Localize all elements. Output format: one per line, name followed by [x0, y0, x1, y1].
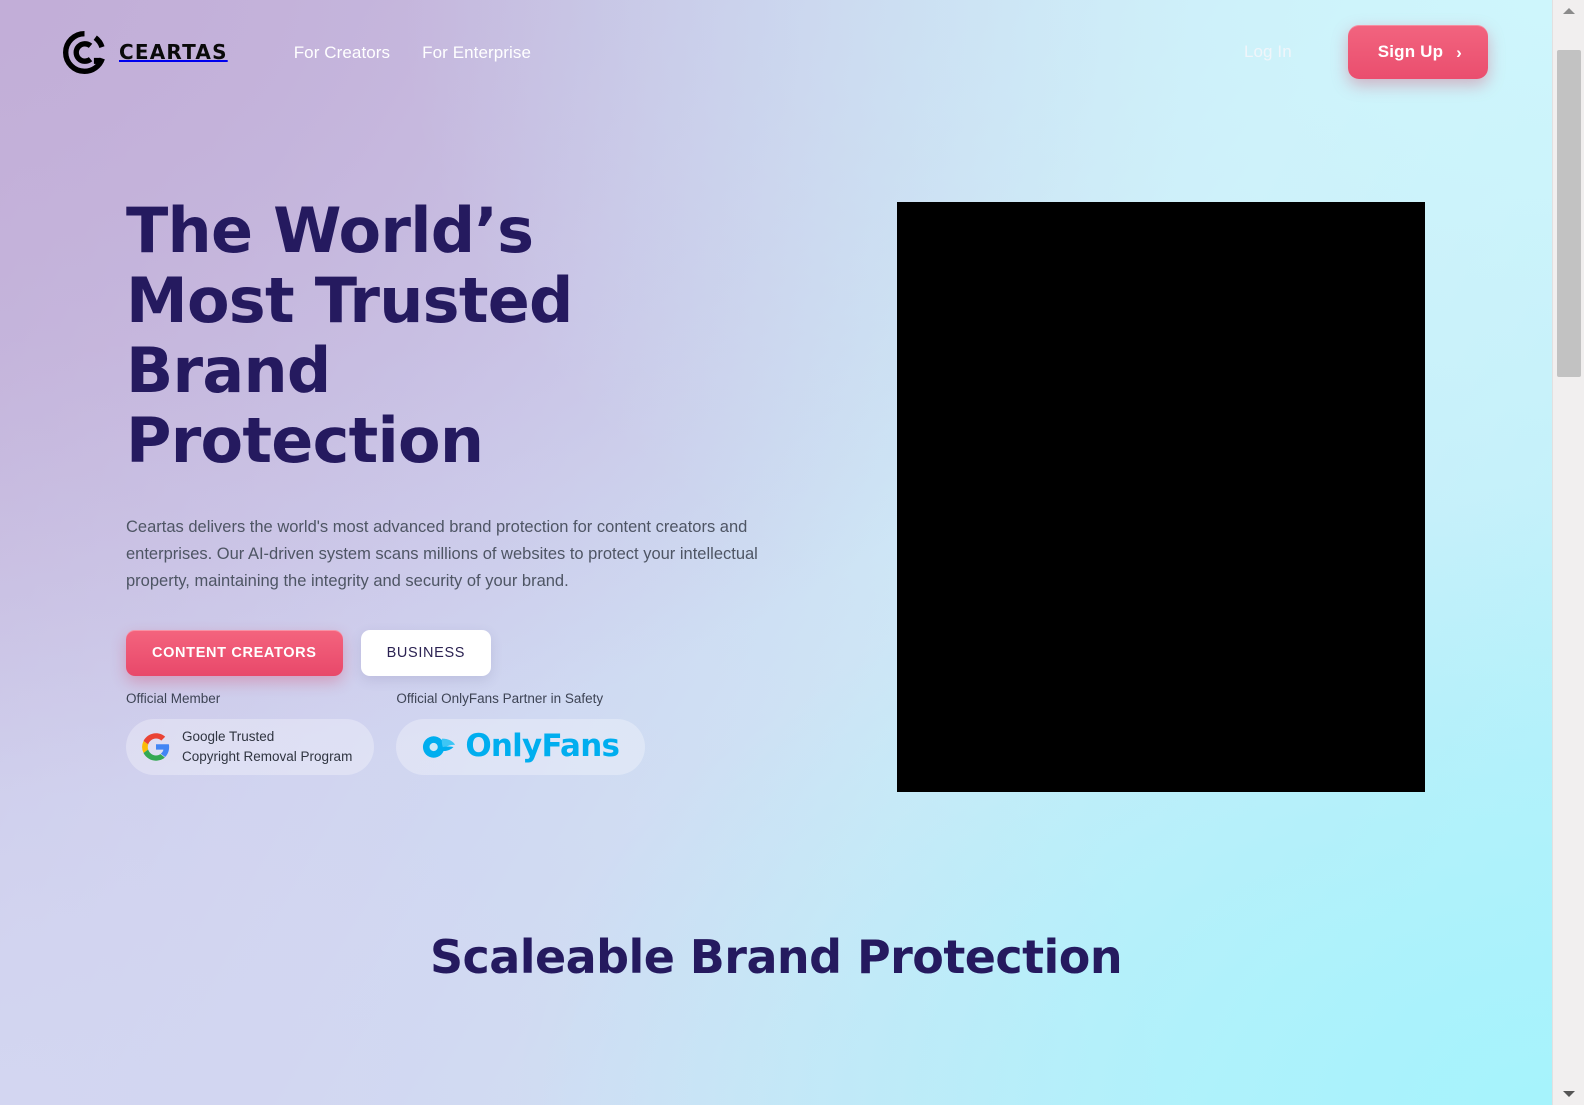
google-badge-line2: Copyright Removal Program: [182, 748, 353, 764]
business-button[interactable]: BUSINESS: [360, 630, 492, 677]
onlyfans-badge-caption: Official OnlyFans Partner in Safety: [396, 691, 604, 706]
onlyfans-logo: OnlyFans: [422, 728, 620, 764]
onlyfans-partner-badge[interactable]: OnlyFans: [396, 718, 646, 775]
browser-viewport: CEARTAS For Creators For Enterprise Log …: [0, 0, 1584, 1105]
onlyfans-trust-block: Official OnlyFans Partner in Safety Only…: [396, 691, 646, 775]
hero-cta-group: CONTENT CREATORS BUSINESS: [126, 630, 826, 677]
scaleable-section-title: Scaleable Brand Protection: [429, 930, 1123, 984]
google-badge-line1: Google Trusted: [182, 729, 275, 745]
site-header: CEARTAS For Creators For Enterprise Log …: [0, 0, 1552, 104]
vertical-scrollbar[interactable]: [1552, 0, 1584, 1105]
page-canvas: CEARTAS For Creators For Enterprise Log …: [0, 0, 1552, 1105]
brand-logo-link[interactable]: CEARTAS: [63, 30, 228, 74]
header-actions: Log In Sign Up ›: [1244, 25, 1488, 79]
google-trusted-badge[interactable]: Google Trusted Copyright Removal Program: [126, 718, 375, 775]
google-g-icon: [142, 732, 170, 761]
onlyfans-logo-icon: [422, 734, 456, 760]
chevron-right-icon: ›: [1456, 42, 1462, 62]
scrollbar-thumb[interactable]: [1557, 50, 1581, 377]
main-navigation: For Creators For Enterprise: [294, 44, 531, 61]
hero-subtitle: Ceartas delivers the world's most advanc…: [126, 518, 758, 590]
hero-section: The World’s Most Trusted Brand Protectio…: [0, 0, 1552, 880]
hero-copy: The World’s Most Trusted Brand Protectio…: [126, 194, 826, 677]
brand-name: CEARTAS: [119, 40, 228, 64]
ceartas-logo-icon: [63, 30, 106, 74]
content-creators-button[interactable]: CONTENT CREATORS: [126, 630, 343, 677]
trust-badges: Official Member Google Trusted Copyright…: [126, 691, 646, 775]
page-title: The World’s Most Trusted Brand Protectio…: [126, 194, 573, 478]
google-badge-text: Google Trusted Copyright Removal Program: [182, 727, 352, 765]
hero-video-player[interactable]: [897, 202, 1425, 792]
scaleable-section: Scaleable Brand Protection: [0, 930, 1552, 985]
nav-item-for-enterprise[interactable]: For Enterprise: [422, 44, 531, 61]
scroll-down-arrow-icon[interactable]: [1553, 1083, 1584, 1105]
onlyfans-wordmark: OnlyFans: [465, 728, 620, 764]
signup-button-label: Sign Up: [1377, 42, 1444, 61]
scroll-up-arrow-icon[interactable]: [1553, 0, 1584, 22]
signup-button[interactable]: Sign Up ›: [1347, 25, 1488, 79]
google-trust-block: Official Member Google Trusted Copyright…: [126, 691, 375, 775]
nav-item-for-creators[interactable]: For Creators: [294, 44, 390, 61]
login-link[interactable]: Log In: [1244, 42, 1292, 62]
google-badge-caption: Official Member: [126, 691, 221, 706]
